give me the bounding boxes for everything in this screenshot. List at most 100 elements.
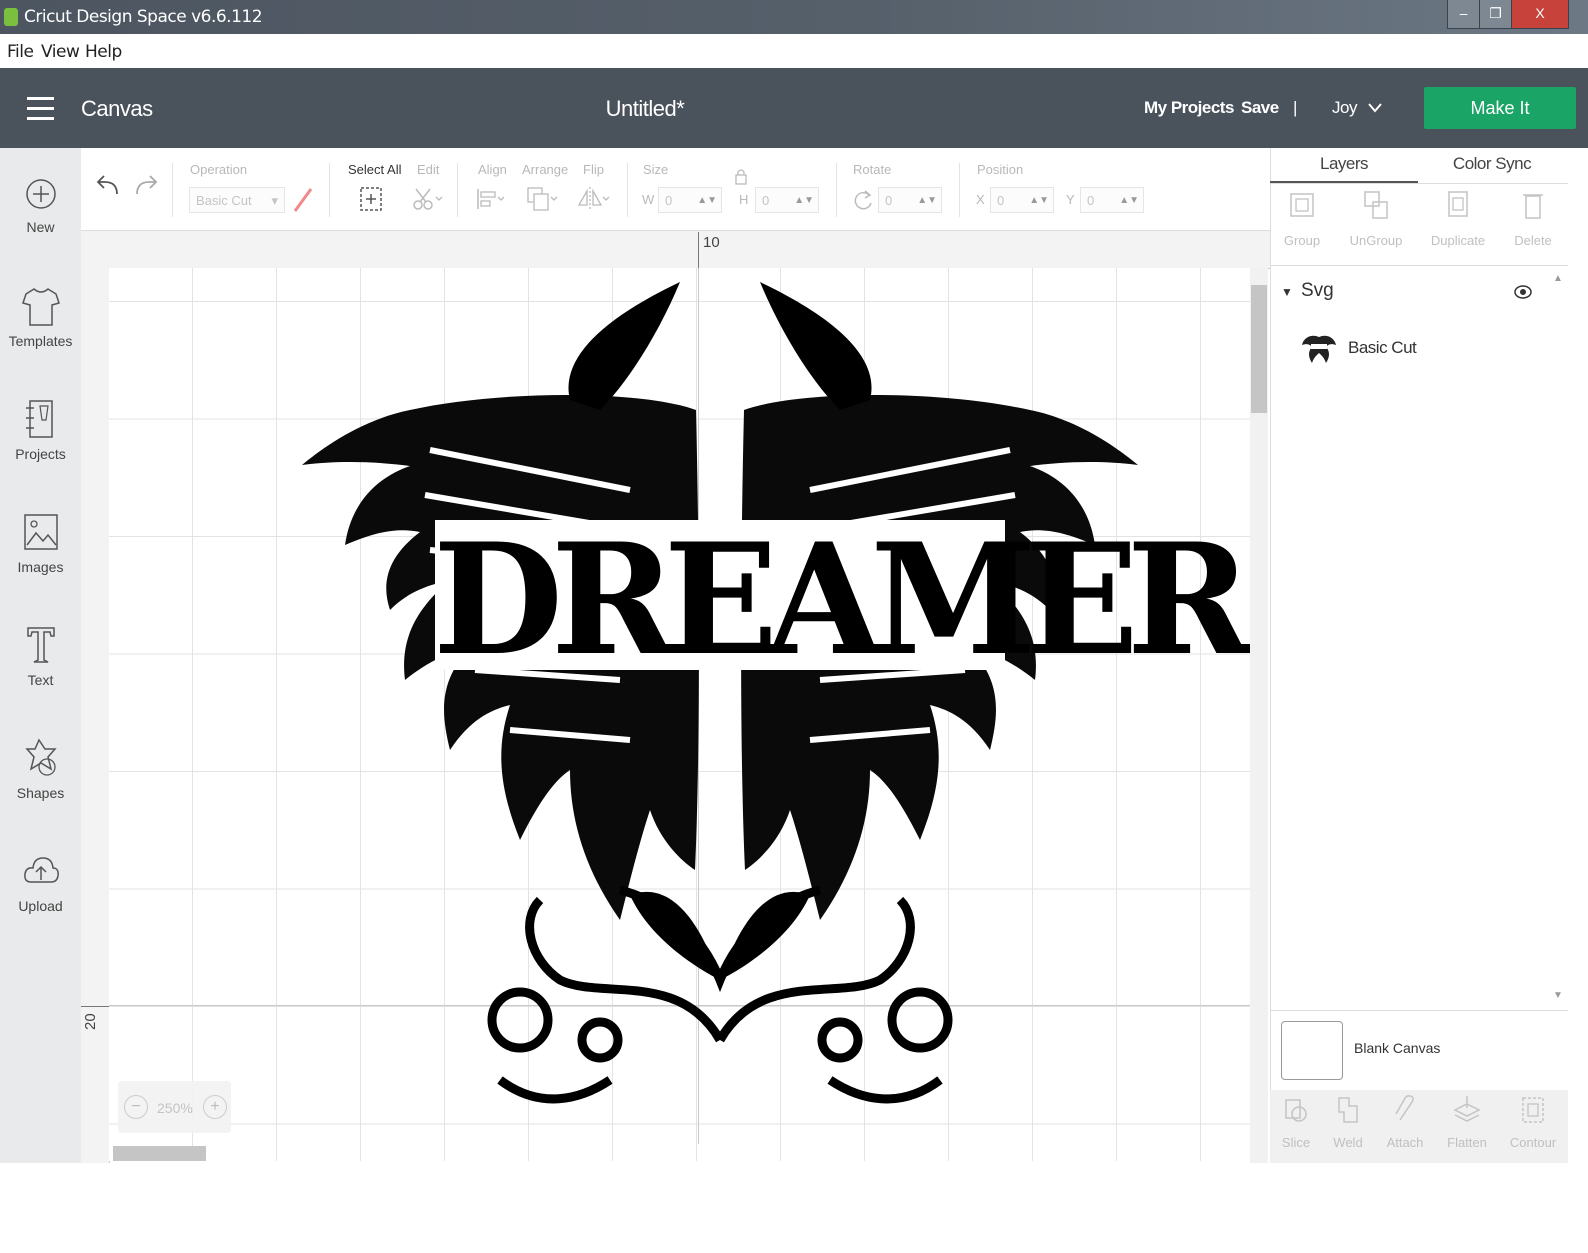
stepper-icon[interactable]: ▲▼	[917, 188, 937, 214]
sidebar-label-shapes: Shapes	[16, 785, 65, 801]
weld-icon	[1338, 1097, 1358, 1123]
sidebar-item-images[interactable]: Images	[0, 511, 81, 575]
duplicate-label: Duplicate	[1430, 233, 1486, 248]
header-separator: |	[1293, 98, 1297, 117]
layer-group-name[interactable]: Svg	[1301, 280, 1334, 302]
scroll-down-icon[interactable]: ▼	[1553, 990, 1563, 1001]
flatten-button[interactable]: Flatten	[1437, 1094, 1497, 1150]
vertical-scroll-thumb[interactable]	[1251, 285, 1267, 413]
close-window-button[interactable]: X	[1511, 0, 1569, 29]
toolbar-divider	[959, 163, 960, 217]
height-input[interactable]: 0 ▲▼	[755, 187, 819, 213]
attach-button[interactable]: Attach	[1375, 1094, 1435, 1150]
weld-button[interactable]: Weld	[1318, 1094, 1378, 1150]
edit-label: Edit	[417, 162, 440, 177]
width-input[interactable]: 0 ▲▼	[658, 187, 722, 213]
y-value: 0	[1087, 193, 1095, 208]
sidebar-label-upload: Upload	[18, 898, 63, 914]
contour-button[interactable]: Contour	[1503, 1094, 1563, 1150]
stepper-icon[interactable]: ▲▼	[697, 188, 717, 214]
delete-button[interactable]: Delete	[1497, 188, 1569, 248]
tab-color-sync[interactable]: Color Sync	[1418, 154, 1566, 174]
arrange-icon[interactable]	[525, 185, 559, 213]
horizontal-scroll-thumb[interactable]	[113, 1146, 206, 1161]
tab-layers[interactable]: Layers	[1270, 154, 1418, 174]
arrange-label: Arrange	[522, 162, 569, 177]
sidebar-item-projects[interactable]: Projects	[0, 398, 81, 462]
slice-button[interactable]: Slice	[1266, 1094, 1326, 1150]
toolbar-divider	[329, 163, 330, 217]
user-menu[interactable]: Joy	[1332, 98, 1357, 118]
undo-icon[interactable]	[95, 172, 123, 200]
visibility-eye-icon[interactable]	[1513, 283, 1533, 301]
sidebar-label-projects: Projects	[15, 446, 66, 462]
layer-item-label[interactable]: Basic Cut	[1348, 338, 1417, 358]
flip-icon[interactable]	[576, 185, 610, 213]
zoom-level: 250%	[157, 1100, 193, 1116]
ruler-major-tick	[81, 1006, 109, 1007]
minimize-button[interactable]: –	[1447, 0, 1480, 29]
menu-file[interactable]: File	[7, 42, 34, 62]
height-value: 0	[762, 193, 770, 208]
group-label: Group	[1283, 233, 1321, 248]
my-projects-link[interactable]: My Projects	[1144, 98, 1234, 118]
toolbar-divider	[172, 163, 173, 217]
stepper-icon[interactable]: ▲▼	[794, 188, 814, 214]
lock-icon[interactable]	[733, 167, 749, 187]
layer-thumbnail-icon	[1302, 335, 1336, 363]
ungroup-icon	[1364, 191, 1388, 219]
flatten-label: Flatten	[1447, 1135, 1487, 1150]
menu-view[interactable]: View	[41, 42, 80, 62]
zoom-out-button[interactable]: −	[124, 1095, 148, 1119]
delete-label: Delete	[1514, 233, 1552, 248]
window-title: Cricut Design Space v6.6.112	[24, 7, 263, 27]
toolbar-divider	[836, 163, 837, 217]
sidebar-item-text[interactable]: Text	[0, 624, 81, 688]
document-title: Untitled*	[605, 96, 685, 121]
x-value: 0	[997, 193, 1005, 208]
duplicate-button[interactable]: Duplicate	[1422, 188, 1494, 248]
panel-divider	[1270, 1010, 1568, 1011]
y-position-input[interactable]: 0 ▲▼	[1080, 187, 1144, 213]
rotate-input[interactable]: 0 ▲▼	[878, 187, 942, 213]
width-value: 0	[665, 193, 673, 208]
design-text[interactable]: DREAMER	[433, 503, 1251, 697]
group-button[interactable]: Group	[1266, 188, 1338, 248]
blank-canvas-swatch[interactable]	[1281, 1021, 1343, 1080]
menu-help[interactable]: Help	[85, 42, 122, 62]
scroll-up-icon[interactable]: ▲	[1553, 273, 1563, 284]
redo-icon[interactable]	[131, 172, 159, 200]
plus-circle-icon	[25, 179, 56, 209]
save-link[interactable]: Save	[1241, 98, 1279, 118]
panel-divider	[1270, 183, 1568, 184]
operation-select[interactable]: Basic Cut ▾	[189, 187, 285, 213]
align-icon[interactable]	[474, 185, 508, 213]
duplicate-icon	[1448, 191, 1468, 217]
sidebar-item-shapes[interactable]: Shapes	[0, 737, 81, 801]
slice-icon	[1285, 1099, 1307, 1122]
make-it-button[interactable]: Make It	[1424, 87, 1576, 129]
sidebar-item-templates[interactable]: Templates	[0, 285, 81, 349]
size-label: Size	[643, 162, 669, 177]
x-position-input[interactable]: 0 ▲▼	[990, 187, 1054, 213]
zoom-in-button[interactable]: +	[203, 1095, 227, 1119]
pen-color-icon[interactable]	[291, 186, 315, 214]
dreamer-wings-design[interactable]	[300, 280, 1140, 1120]
align-label: Align	[478, 162, 507, 177]
sidebar-item-upload[interactable]: Upload	[0, 850, 81, 914]
sidebar-item-new[interactable]: New	[0, 173, 81, 235]
restore-button[interactable]: ❐	[1479, 0, 1512, 29]
select-all-icon[interactable]	[358, 185, 384, 213]
sidebar-label-templates: Templates	[8, 333, 73, 349]
edit-scissors-icon[interactable]	[410, 185, 444, 213]
upload-cloud-icon	[23, 857, 59, 883]
dropdown-caret-icon: ▾	[271, 193, 278, 208]
width-label: W	[642, 192, 655, 207]
x-label: X	[976, 192, 985, 207]
chevron-down-icon[interactable]	[1367, 102, 1383, 114]
stepper-icon[interactable]: ▲▼	[1119, 188, 1139, 214]
stepper-icon[interactable]: ▲▼	[1029, 188, 1049, 214]
ungroup-button[interactable]: UnGroup	[1340, 188, 1412, 248]
tshirt-icon	[21, 288, 60, 326]
collapse-triangle-icon[interactable]: ▼	[1281, 285, 1293, 299]
